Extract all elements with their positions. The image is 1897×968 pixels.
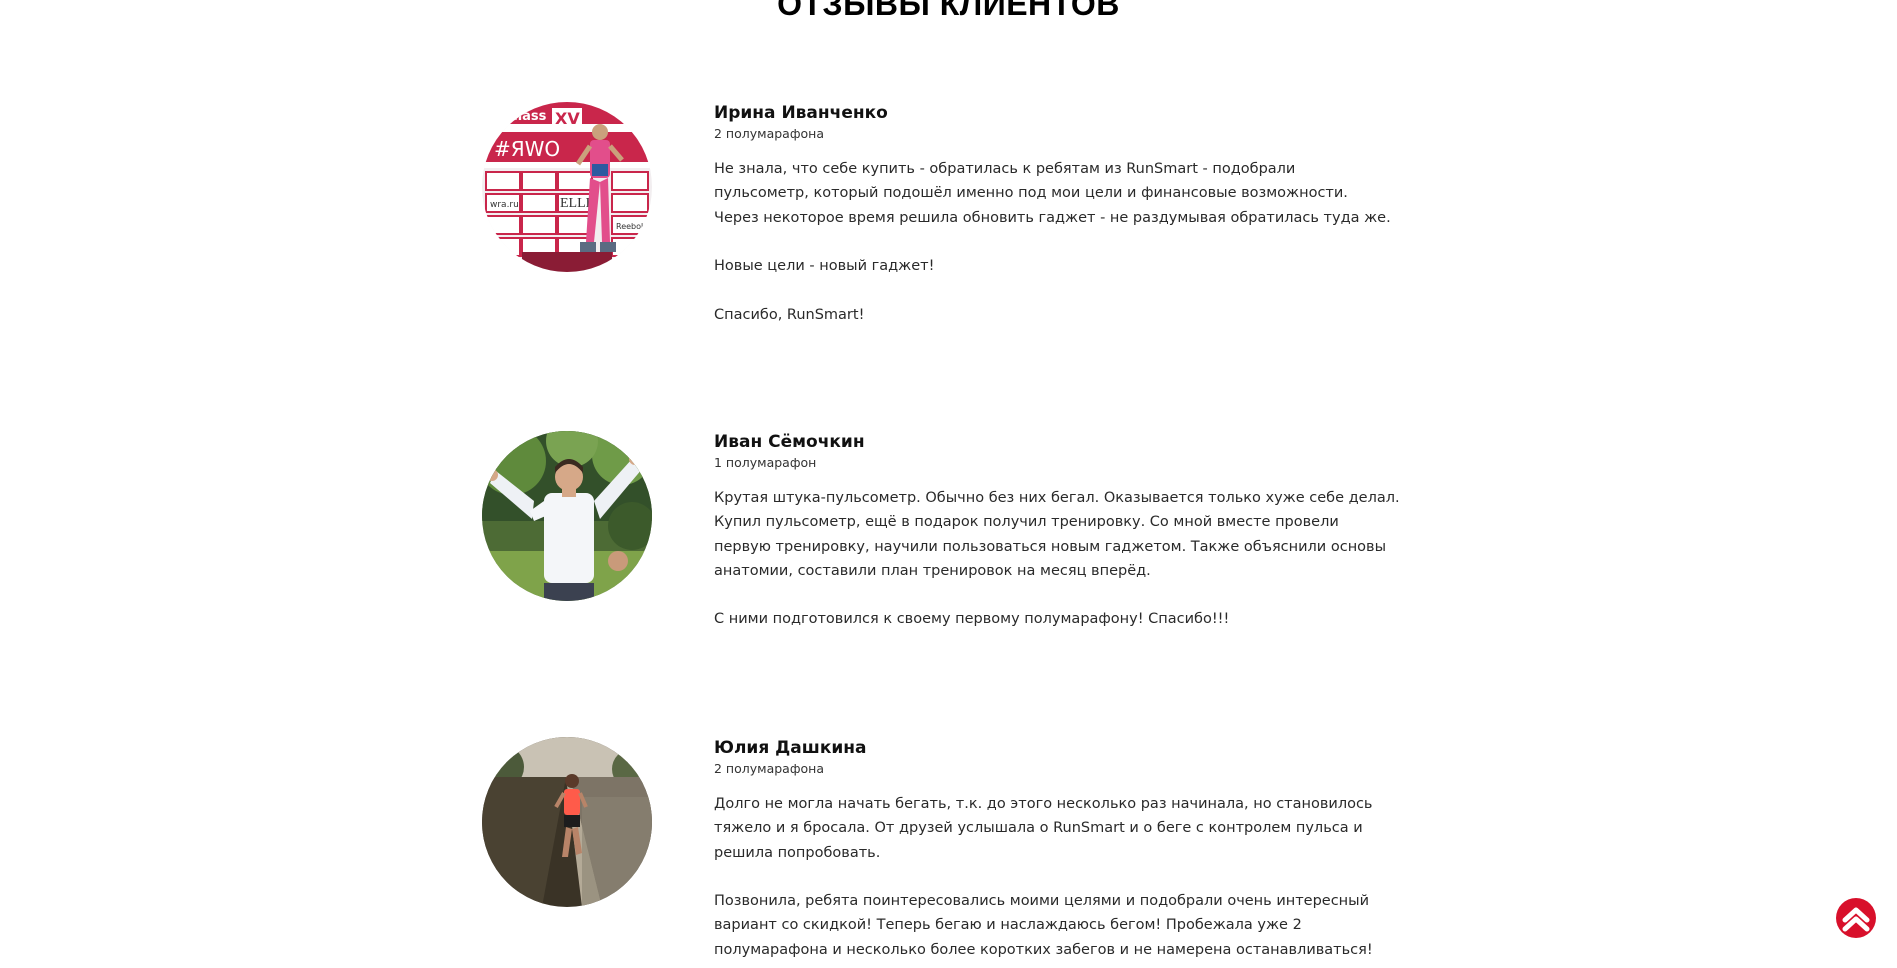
review-card: Юлия Дашкина 2 полумарафона Долго не мог… [482,737,1422,968]
review-line: решила попробовать. [714,844,881,861]
review-line [714,230,1414,254]
reviewer-achievement: 1 полумарафон [714,455,817,470]
reviewer-name: Иван Сёмочкин [714,432,865,452]
review-line: анатомии, составили план тренировок на м… [714,562,1151,579]
review-line: Долго не могла начать бегать, т.к. до эт… [714,796,1373,812]
review-text: Крутая штука-пульсометр. Обычно без них … [714,486,1414,632]
reviewer-achievement: 2 полумарафона [714,761,824,776]
chevron-up-icon [1842,907,1870,932]
svg-text:wra.ru: wra.ru [490,200,519,210]
review-line: Через некоторое время решила обновить га… [714,209,1391,226]
reviewer-achievement: 2 полумарафона [714,126,824,141]
scroll-to-top-button[interactable] [1836,898,1876,938]
review-line: вариант со скидкой! Теперь бегаю и насла… [714,917,1302,934]
svg-text:#ЯWO: #ЯWO [494,137,560,161]
review-line: Крутая штука-пульсометр. Обычно без них … [714,490,1400,506]
svg-text:XV: XV [555,109,580,128]
review-line: первую тренировку, научили пользоваться … [714,538,1387,555]
avatar: class XV #ЯWO ELLE wra.ru Reebok [482,102,652,272]
review-text: Долго не могла начать бегать, т.к. до эт… [714,792,1414,962]
reviews-page: ОТЗЫВЫ КЛИЕНТОВ class XV #ЯWO ELLE wra.r… [0,0,1897,968]
review-line: Позвонила, ребята поинтересовались моими… [714,893,1370,910]
review-line: Не знала, что себе купить - обратилась к… [714,161,1296,177]
avatar [482,431,652,601]
review-line: С ними подготовился к своему первому пол… [714,611,1230,628]
avatar [482,737,652,907]
review-line [714,278,1414,302]
review-line: пульсометр, который подошёл именно под м… [714,185,1348,202]
review-line [714,583,1414,607]
reviewer-name: Ирина Иванченко [714,103,888,123]
section-title: ОТЗЫВЫ КЛИЕНТОВ [777,0,1120,22]
review-card: Иван Сёмочкин 1 полумарафон Крутая штука… [482,431,1422,651]
review-line: Новые цели - новый гаджет! [714,258,935,275]
review-line: Купил пульсометр, ещё в подарок получил … [714,514,1339,531]
review-text: Не знала, что себе купить - обратилась к… [714,157,1414,327]
svg-text:Reebok: Reebok [616,222,646,231]
review-line: тяжело и я бросала. От друзей услышала о… [714,820,1363,837]
review-card: class XV #ЯWO ELLE wra.ru Reebok Ирина И… [482,102,1422,362]
review-line [714,865,1414,889]
review-line: Спасибо, RunSmart! [714,306,865,323]
reviewer-name: Юлия Дашкина [714,738,867,758]
svg-text:class: class [510,109,547,124]
review-line: полумарафона и несколько более коротких … [714,941,1373,958]
